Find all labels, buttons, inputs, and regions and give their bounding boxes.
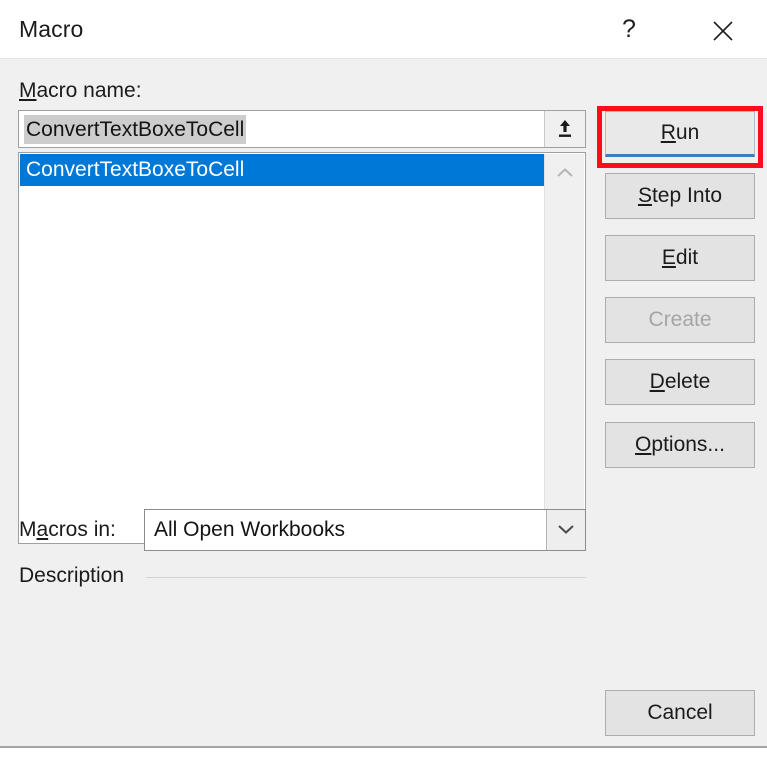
create-label: Create [648, 308, 712, 331]
delete-label-rest: elete [664, 370, 711, 393]
chevron-down-icon [558, 525, 574, 534]
scroll-up-button[interactable] [545, 156, 585, 190]
macro-name-label: Macro name: [19, 79, 142, 103]
macro-name-field-row: ConvertTextBoxeToCell [18, 110, 586, 148]
create-button: Create [605, 297, 755, 343]
upload-macro-button[interactable] [544, 111, 585, 147]
cancel-label: Cancel [647, 701, 713, 724]
dialog-titlebar: Macro ? [0, 0, 767, 59]
run-label-rest: un [675, 121, 700, 144]
step-into-accel: S [637, 184, 652, 207]
options-accel: O [635, 433, 652, 456]
description-label: Description [19, 564, 125, 587]
edit-accel: E [661, 246, 676, 269]
edit-label-rest: dit [675, 246, 699, 269]
delete-button[interactable]: Delete [605, 359, 755, 405]
run-accel: R [660, 121, 676, 144]
step-into-button[interactable]: Step Into [605, 173, 755, 219]
macro-dialog: Macro ? Macro name: ConvertTextBoxeToCel… [0, 0, 767, 759]
upload-arrow-icon [559, 120, 571, 137]
description-separator [146, 577, 586, 578]
macros-in-value: All Open Workbooks [154, 518, 346, 541]
macro-name-accel: M [19, 79, 37, 102]
cancel-button[interactable]: Cancel [605, 690, 755, 736]
help-button[interactable]: ? [609, 11, 649, 47]
options-button[interactable]: Options... [605, 422, 755, 468]
macros-in-dropdown-button[interactable] [546, 510, 585, 550]
dialog-body: Macro name: ConvertTextBoxeToCell Conver… [0, 59, 767, 748]
step-into-label-rest: tep Into [651, 184, 723, 207]
chevron-up-icon [557, 168, 573, 177]
close-button[interactable] [703, 11, 743, 47]
macros-in-accel: a [36, 518, 49, 541]
close-icon [713, 21, 733, 41]
macro-listbox[interactable]: ConvertTextBoxeToCell [18, 152, 586, 544]
macros-in-combobox[interactable]: All Open Workbooks [144, 509, 586, 551]
run-button[interactable]: Run [605, 111, 755, 157]
delete-accel: D [649, 370, 665, 393]
macros-in-label-rest: cros in: [48, 518, 116, 541]
edit-button[interactable]: Edit [605, 235, 755, 281]
macro-name-input[interactable] [19, 111, 544, 147]
macro-list-items: ConvertTextBoxeToCell [20, 154, 545, 542]
listbox-scrollbar[interactable] [544, 154, 584, 542]
list-item[interactable]: ConvertTextBoxeToCell [20, 154, 545, 186]
options-label-rest: ptions... [651, 433, 725, 456]
macro-name-label-rest: acro name: [36, 79, 142, 102]
dialog-title: Macro [19, 16, 84, 42]
macros-in-label: Macros in: [19, 518, 116, 541]
